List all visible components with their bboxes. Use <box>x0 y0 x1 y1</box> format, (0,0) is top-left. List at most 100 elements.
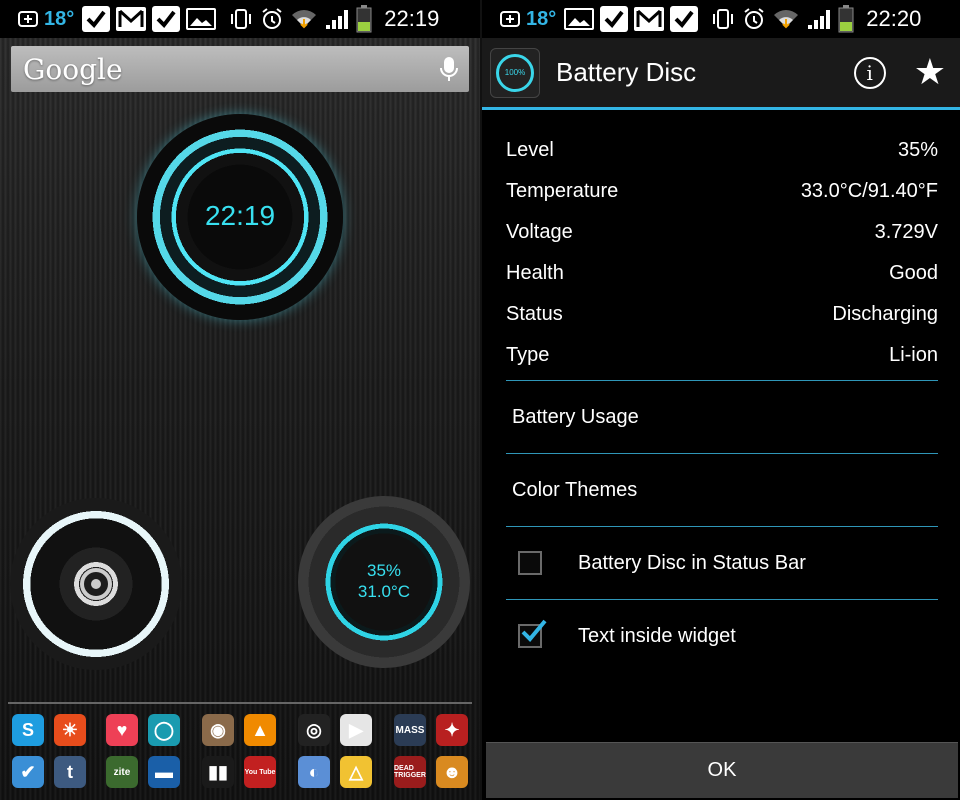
youtube-app-icon[interactable]: You Tube <box>244 756 276 788</box>
google-search-bar[interactable]: Google <box>11 46 469 92</box>
star-icon: ★ <box>913 52 946 93</box>
divider <box>506 453 938 454</box>
microphone-icon[interactable] <box>429 55 469 83</box>
clock-widget-time: 22:19 <box>204 200 276 231</box>
info-icon: i <box>866 60 873 85</box>
info-button[interactable]: i <box>853 56 886 89</box>
gmail-icon <box>634 7 665 31</box>
drive-app-icon[interactable]: △ <box>340 756 372 788</box>
perry-app-icon[interactable]: ☻ <box>436 756 468 788</box>
alarm-icon <box>742 7 766 31</box>
gallery-icon <box>186 8 217 30</box>
dialog-content: Level 35% Temperature 33.0°C/91.40°F Voltage… <box>482 110 960 742</box>
left-status-bar: 18° 22:19 <box>0 0 480 38</box>
gmail-icon <box>116 7 147 31</box>
stat-label: Type <box>506 344 550 366</box>
app-icon-ring: 100% <box>496 53 534 92</box>
tasks-check-icon-2 <box>152 6 181 32</box>
app-dock: S ☀ ♥ ◯ ◉ ▲ ◎ ▶ MASS ✦ ✔ t zite ▬ ▮▮ You Tube ◐ △ DEAD TRI… <box>8 714 472 798</box>
right-clock: 22:20 <box>866 6 922 31</box>
ok-button[interactable]: OK <box>486 742 958 798</box>
clock-widget[interactable]: 22:19 <box>137 114 343 320</box>
weather-temperature: 18° <box>526 7 557 30</box>
mass-effect-app-icon[interactable]: MASS <box>394 714 426 746</box>
stat-label: Temperature <box>506 180 619 202</box>
power-toggle-widget[interactable] <box>10 498 182 670</box>
stat-row: Temperature 33.0°C/91.40°F <box>506 171 938 212</box>
divider <box>506 526 938 527</box>
battery-icon <box>838 5 854 33</box>
tasks-check-icon <box>600 6 629 32</box>
skype-app-icon[interactable]: S <box>12 714 44 746</box>
stat-value: 35% <box>897 139 938 161</box>
zite-app-icon[interactable]: zite <box>106 756 138 788</box>
text-widget-option-label[interactable]: Text inside widget <box>578 625 736 648</box>
home-screen: Google 22:19 35% 31.0°C S ☀ ♥ ◯ ◉ ▲ ◎ ▶ MASS ✦ ✔ t z… <box>0 38 480 800</box>
stat-row: Status Discharging <box>506 294 938 335</box>
stat-value: Li-ion <box>889 344 938 366</box>
dead-trigger-app-icon[interactable]: DEAD TRIGGER <box>394 756 426 788</box>
checkmark-icon <box>521 619 547 642</box>
stat-label: Voltage <box>506 221 573 243</box>
signal-icon <box>324 7 350 31</box>
tasks-app-icon[interactable]: ✔ <box>12 756 44 788</box>
weather-temperature: 18° <box>44 7 75 30</box>
battery-widget-text: 35% 31.0°C <box>298 560 470 602</box>
right-status-bar: 18° 22:20 <box>482 0 960 38</box>
google-logo: Google <box>23 52 123 86</box>
vibrate-icon <box>710 7 736 31</box>
battery-icon <box>356 5 372 33</box>
battery-widget[interactable]: 35% 31.0°C <box>298 496 470 668</box>
divider <box>506 380 938 381</box>
stat-row: Health Good <box>506 253 938 294</box>
battery-widget-level: 35% <box>366 561 402 580</box>
transit-app-icon[interactable]: ▬ <box>148 756 180 788</box>
tumblr-app-icon[interactable]: t <box>54 756 86 788</box>
wifi-icon <box>290 7 318 31</box>
play-store-app-icon[interactable]: ▶ <box>340 714 372 746</box>
stat-value: Discharging <box>832 303 938 325</box>
stat-value: Good <box>889 262 938 284</box>
tasks-check-icon <box>82 6 111 32</box>
battery-disc-dialog: 18° 22:20 100% Battery Disc i ★ Level 35… <box>480 0 960 800</box>
stat-label: Status <box>506 303 563 325</box>
battery-stats: Level 35% Temperature 33.0°C/91.40°F Voltage… <box>506 130 938 376</box>
vlc-app-icon[interactable]: ▲ <box>244 714 276 746</box>
add-notification-icon <box>500 10 520 28</box>
circle-app-icon[interactable]: ◯ <box>148 714 180 746</box>
dock-divider <box>8 702 472 704</box>
add-notification-icon <box>18 10 38 28</box>
battery-usage-item[interactable]: Battery Usage <box>512 406 639 429</box>
stat-value: 3.729V <box>874 221 938 243</box>
pocket-app-icon[interactable]: ♥ <box>106 714 138 746</box>
stat-row: Voltage 3.729V <box>506 212 938 253</box>
wifi-icon <box>772 7 800 31</box>
stat-label: Health <box>506 262 564 284</box>
folder-app-icon[interactable]: ◐ <box>298 756 330 788</box>
battery-disc-app-icon[interactable]: ◎ <box>298 714 330 746</box>
stat-row: Type Li-ion <box>506 335 938 376</box>
vibrate-icon <box>228 7 254 31</box>
gallery-icon <box>564 8 595 30</box>
stat-row: Level 35% <box>506 130 938 171</box>
app-title: Battery Disc <box>556 57 697 87</box>
tasks-check-icon-2 <box>670 6 699 32</box>
power-icon <box>80 568 112 600</box>
color-themes-item[interactable]: Color Themes <box>512 479 637 502</box>
battery-widget-temp: 31.0°C <box>357 582 411 601</box>
action-bar: 100% Battery Disc i ★ <box>482 38 960 110</box>
screen-pair: 18° 22:19 Google 22:19 35% 31.0°C S ☀ ♥ … <box>0 0 960 800</box>
stat-value: 33.0°C/91.40°F <box>800 180 938 202</box>
game-app-icon[interactable]: ✦ <box>436 714 468 746</box>
alarm-icon <box>260 7 284 31</box>
instagram-app-icon[interactable]: ◉ <box>202 714 234 746</box>
divider <box>506 599 938 600</box>
status-bar-checkbox[interactable] <box>518 551 542 575</box>
weather-app-icon[interactable]: ☀ <box>54 714 86 746</box>
left-clock: 22:19 <box>384 6 440 31</box>
battery-disc-app-icon: 100% <box>490 47 540 98</box>
status-bar-option-label[interactable]: Battery Disc in Status Bar <box>578 552 806 575</box>
favorite-button[interactable]: ★ <box>914 52 946 93</box>
equalizer-app-icon[interactable]: ▮▮ <box>202 756 234 788</box>
signal-icon <box>806 7 832 31</box>
